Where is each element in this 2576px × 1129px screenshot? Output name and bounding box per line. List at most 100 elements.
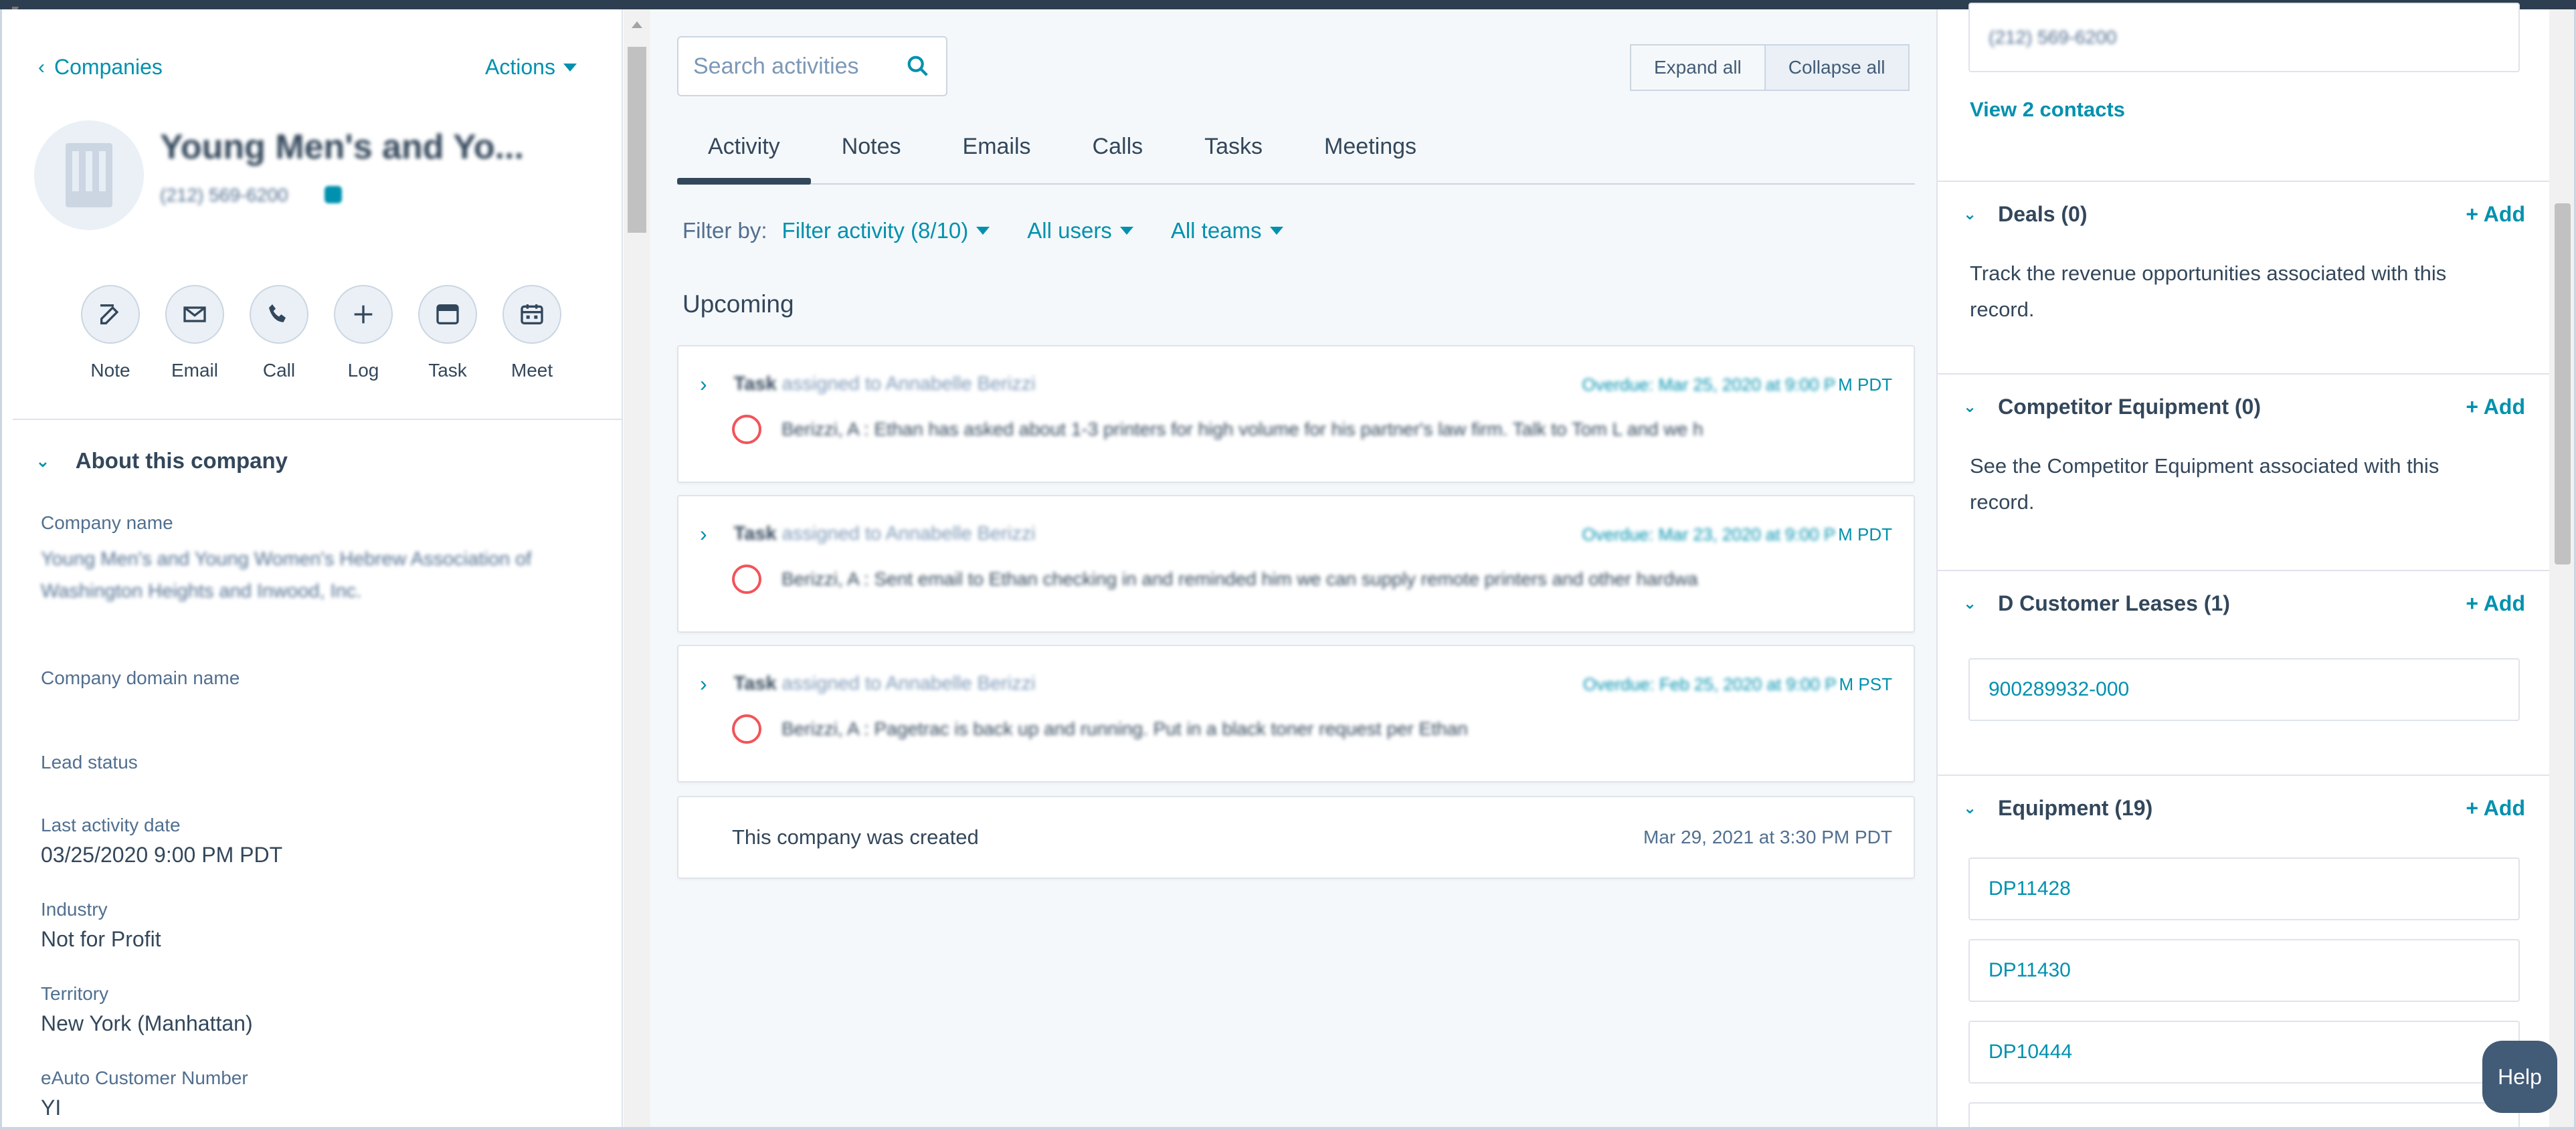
equipment-record[interactable]: DP10444 (1968, 1021, 2520, 1084)
tab-activity[interactable]: Activity (677, 110, 811, 185)
tab-notes[interactable]: Notes (811, 110, 932, 183)
help-button[interactable]: Help (2482, 1041, 2557, 1113)
tab-calls[interactable]: Calls (1062, 110, 1174, 183)
equipment-record-link[interactable]: DP11428 (1970, 859, 2518, 919)
actions-dropdown[interactable]: Actions (485, 55, 577, 80)
tab-emails[interactable]: Emails (932, 110, 1062, 183)
chevron-right-icon[interactable]: › (700, 522, 707, 546)
note-icon[interactable] (81, 285, 140, 344)
actions-label: Actions (485, 55, 555, 79)
deals-description: Track the revenue opportunities associat… (1970, 262, 2447, 321)
activity-panel: Search activities Expand all Collapse al… (650, 9, 1936, 1129)
quick-action-call[interactable]: Call (250, 285, 308, 381)
task-complete-checkbox[interactable] (732, 714, 761, 744)
right-scrollbar[interactable] (2549, 9, 2576, 1129)
customer-leases-section: ⌄ D Customer Leases (1) + Add 900289932-… (1938, 570, 2551, 775)
caret-down-icon (976, 227, 990, 235)
task-due-tz: M PDT (1838, 524, 1892, 544)
email-icon[interactable] (165, 285, 224, 344)
task-body-row: Berizzi, A : Ethan has asked about 1-3 p… (732, 415, 1883, 444)
search-activities-input[interactable]: Search activities (677, 36, 947, 96)
scrollbar-thumb[interactable] (2555, 203, 2571, 564)
lease-record[interactable]: 900289932-000 (1968, 658, 2520, 721)
back-to-companies-link[interactable]: ‹ Companies (38, 55, 163, 80)
divider (13, 419, 622, 420)
add-deal-button[interactable]: + Add (2466, 202, 2525, 227)
competitor-toggle[interactable]: ⌄ Competitor Equipment (0) (1963, 395, 2261, 419)
property-value: 03/25/2020 9:00 PM PDT (41, 843, 283, 867)
equipment-section: ⌄ Equipment (19) + Add DP11428 DP11430 D… (1938, 775, 2551, 1129)
tab-meetings[interactable]: Meetings (1293, 110, 1447, 183)
all-users-label: All users (1027, 218, 1112, 243)
task-title: Task assigned to Annabelle Berizzi (734, 373, 1036, 395)
company-title: Young Men's and Yo... (160, 128, 524, 167)
quick-action-meet[interactable]: Meet (502, 285, 561, 381)
property-territory[interactable]: Territory New York (Manhattan) (41, 983, 253, 1039)
left-scrollbar[interactable] (624, 9, 650, 1129)
caret-down-icon (1119, 227, 1133, 235)
property-eauto-number[interactable]: eAuto Customer Number YI (41, 1067, 248, 1124)
property-domain[interactable]: Company domain name (41, 668, 240, 689)
quick-action-label: Note (90, 360, 130, 381)
property-industry[interactable]: Industry Not for Profit (41, 899, 161, 955)
plus-icon[interactable] (334, 285, 393, 344)
contact-card[interactable]: (212) 569-6200 (1968, 3, 2520, 72)
collapse-all-button[interactable]: Collapse all (1765, 44, 1910, 91)
equipment-record-link[interactable]: DP11430 (1970, 940, 2518, 1001)
task-card[interactable]: › Task assigned to Annabelle Berizzi Ove… (677, 345, 1915, 483)
task-body: Berizzi, A : Sent email to Ethan checkin… (781, 569, 1698, 589)
chevron-right-icon[interactable]: › (700, 372, 707, 397)
chevron-down-icon: ⌄ (1963, 595, 1977, 613)
property-company-name[interactable]: Company name Young Men's and Young Women… (41, 512, 576, 607)
equipment-record[interactable]: DP11430 (1968, 939, 2520, 1002)
expand-all-button[interactable]: Expand all (1630, 44, 1766, 91)
task-header: › Task assigned to Annabelle Berizzi (700, 372, 1036, 397)
equipment-record[interactable]: DP11428 (1968, 857, 2520, 920)
task-icon[interactable] (418, 285, 477, 344)
property-label: Last activity date (41, 815, 181, 835)
view-contacts-link[interactable]: View 2 contacts (1970, 98, 2125, 122)
property-value: YI (41, 1096, 62, 1120)
task-type: Task (733, 673, 777, 694)
task-complete-checkbox[interactable] (732, 415, 761, 444)
leases-toggle[interactable]: ⌄ D Customer Leases (1) (1963, 591, 2230, 616)
task-assignee: assigned to Annabelle Berizzi (781, 523, 1036, 544)
add-competitor-button[interactable]: + Add (2466, 395, 2525, 419)
property-value: Not for Profit (41, 927, 161, 951)
add-equipment-button[interactable]: + Add (2466, 796, 2525, 821)
filter-activity-dropdown[interactable]: Filter activity (8/10) (782, 218, 990, 243)
task-card[interactable]: › Task assigned to Annabelle Berizzi Ove… (677, 645, 1915, 783)
call-icon[interactable] (250, 285, 308, 344)
equipment-record-link[interactable]: DP10444 (1970, 1022, 2518, 1082)
quick-action-note[interactable]: Note (81, 285, 140, 381)
calendar-icon[interactable] (502, 285, 561, 344)
chevron-down-icon: ⌄ (1963, 799, 1977, 817)
building-icon (66, 143, 112, 207)
task-complete-checkbox[interactable] (732, 564, 761, 594)
property-last-activity[interactable]: Last activity date 03/25/2020 9:00 PM PD… (41, 815, 282, 871)
equipment-record[interactable] (1968, 1102, 2520, 1129)
about-title: About this company (75, 448, 288, 473)
equipment-toggle[interactable]: ⌄ Equipment (19) (1963, 796, 2152, 821)
tab-tasks[interactable]: Tasks (1174, 110, 1293, 183)
scrollbar-thumb[interactable] (628, 47, 646, 233)
lease-record-link[interactable]: 900289932-000 (1970, 659, 2518, 720)
quick-action-label: Call (262, 360, 296, 381)
caret-down-icon (563, 63, 577, 72)
filter-by-label: Filter by: (682, 218, 767, 243)
scroll-up-arrow-icon[interactable] (632, 21, 642, 28)
task-assignee: assigned to Annabelle Berizzi (781, 373, 1036, 395)
copy-icon[interactable] (325, 186, 342, 203)
chevron-right-icon[interactable]: › (700, 672, 707, 696)
add-lease-button[interactable]: + Add (2466, 591, 2525, 616)
about-section-toggle[interactable]: ⌄ About this company (35, 448, 288, 474)
deals-toggle[interactable]: ⌄ Deals (0) (1963, 202, 2088, 227)
all-teams-dropdown[interactable]: All teams (1171, 218, 1283, 243)
all-users-dropdown[interactable]: All users (1027, 218, 1133, 243)
property-lead-status[interactable]: Lead status (41, 752, 138, 773)
quick-action-log[interactable]: Log (334, 285, 393, 381)
task-card[interactable]: › Task assigned to Annabelle Berizzi Ove… (677, 495, 1915, 633)
property-value: New York (Manhattan) (41, 1011, 253, 1035)
quick-action-task[interactable]: Task (418, 285, 477, 381)
quick-action-email[interactable]: Email (165, 285, 224, 381)
